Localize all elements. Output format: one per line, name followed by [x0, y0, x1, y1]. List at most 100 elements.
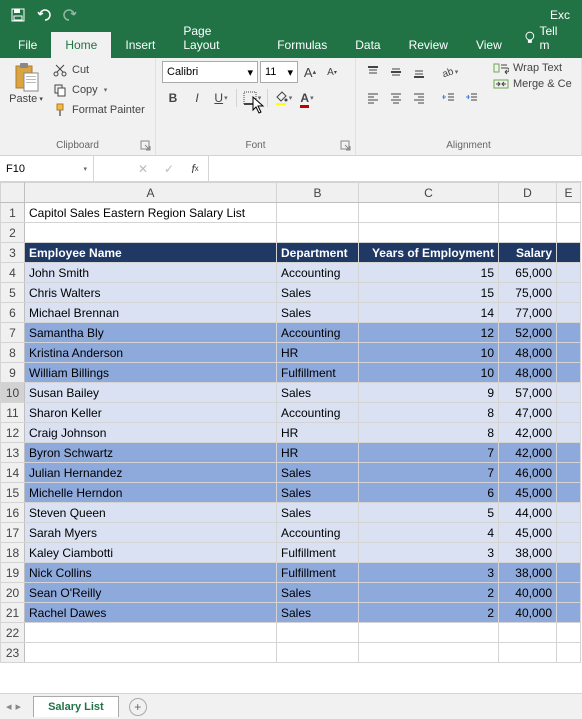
cell-D1[interactable]: [499, 203, 557, 223]
cell-C2[interactable]: [359, 223, 499, 243]
cell-D11[interactable]: 47,000: [499, 403, 557, 423]
cell-A16[interactable]: Steven Queen: [25, 503, 277, 523]
cell-E4[interactable]: [557, 263, 581, 283]
font-color-button[interactable]: A▾: [296, 87, 318, 109]
row-header-5[interactable]: 5: [1, 283, 25, 303]
cell-D3[interactable]: Salary: [499, 243, 557, 263]
cell-A18[interactable]: Kaley Ciambotti: [25, 543, 277, 563]
cell-A8[interactable]: Kristina Anderson: [25, 343, 277, 363]
col-header-D[interactable]: D: [499, 183, 557, 203]
cell-A15[interactable]: Michelle Herndon: [25, 483, 277, 503]
cell-C14[interactable]: 7: [359, 463, 499, 483]
tab-formulas[interactable]: Formulas: [263, 32, 341, 58]
row-header-15[interactable]: 15: [1, 483, 25, 503]
cell-E15[interactable]: [557, 483, 581, 503]
tab-view[interactable]: View: [462, 32, 516, 58]
row-header-1[interactable]: 1: [1, 203, 25, 223]
cell-C5[interactable]: 15: [359, 283, 499, 303]
cell-C11[interactable]: 8: [359, 403, 499, 423]
cell-B7[interactable]: Accounting: [277, 323, 359, 343]
cell-D13[interactable]: 42,000: [499, 443, 557, 463]
cell-D15[interactable]: 45,000: [499, 483, 557, 503]
row-header-12[interactable]: 12: [1, 423, 25, 443]
row-header-17[interactable]: 17: [1, 523, 25, 543]
cell-B15[interactable]: Sales: [277, 483, 359, 503]
row-header-21[interactable]: 21: [1, 603, 25, 623]
cell-E20[interactable]: [557, 583, 581, 603]
cell-A9[interactable]: William Billings: [25, 363, 277, 383]
worksheet-grid[interactable]: A B C D E 1Capitol Sales Eastern Region …: [0, 182, 582, 693]
row-header-3[interactable]: 3: [1, 243, 25, 263]
cell-E14[interactable]: [557, 463, 581, 483]
cell-B9[interactable]: Fulfillment: [277, 363, 359, 383]
cell-E9[interactable]: [557, 363, 581, 383]
cell-C16[interactable]: 5: [359, 503, 499, 523]
cell-E22[interactable]: [557, 623, 581, 643]
merge-center-button[interactable]: Merge & Ce: [493, 77, 572, 91]
cell-D8[interactable]: 48,000: [499, 343, 557, 363]
cell-B8[interactable]: HR: [277, 343, 359, 363]
cell-A1[interactable]: Capitol Sales Eastern Region Salary List: [25, 203, 277, 223]
col-header-B[interactable]: B: [277, 183, 359, 203]
row-header-2[interactable]: 2: [1, 223, 25, 243]
cell-B5[interactable]: Sales: [277, 283, 359, 303]
cell-E11[interactable]: [557, 403, 581, 423]
cell-D9[interactable]: 48,000: [499, 363, 557, 383]
undo-button[interactable]: [32, 3, 56, 27]
cell-A23[interactable]: [25, 643, 277, 663]
cell-C3[interactable]: Years of Employment: [359, 243, 499, 263]
increase-indent-button[interactable]: [461, 87, 483, 109]
cell-B4[interactable]: Accounting: [277, 263, 359, 283]
col-header-C[interactable]: C: [359, 183, 499, 203]
cell-D18[interactable]: 38,000: [499, 543, 557, 563]
cell-B19[interactable]: Fulfillment: [277, 563, 359, 583]
row-header-14[interactable]: 14: [1, 463, 25, 483]
cell-A6[interactable]: Michael Brennan: [25, 303, 277, 323]
sheet-nav-next[interactable]: ▸: [16, 700, 22, 713]
name-box[interactable]: F10 ▾: [0, 156, 94, 181]
cell-B23[interactable]: [277, 643, 359, 663]
cell-E3[interactable]: [557, 243, 581, 263]
cell-B12[interactable]: HR: [277, 423, 359, 443]
cell-C12[interactable]: 8: [359, 423, 499, 443]
cell-A12[interactable]: Craig Johnson: [25, 423, 277, 443]
cell-D16[interactable]: 44,000: [499, 503, 557, 523]
cell-D4[interactable]: 65,000: [499, 263, 557, 283]
cell-C7[interactable]: 12: [359, 323, 499, 343]
cell-B21[interactable]: Sales: [277, 603, 359, 623]
cell-B2[interactable]: [277, 223, 359, 243]
cell-E2[interactable]: [557, 223, 581, 243]
row-header-9[interactable]: 9: [1, 363, 25, 383]
cell-C15[interactable]: 6: [359, 483, 499, 503]
tab-file[interactable]: File: [4, 32, 51, 58]
select-all-corner[interactable]: [1, 183, 25, 203]
cell-B10[interactable]: Sales: [277, 383, 359, 403]
formula-input[interactable]: [209, 156, 582, 181]
increase-font-button[interactable]: A▴: [300, 61, 320, 83]
font-dialog-launcher[interactable]: [340, 140, 352, 152]
row-header-7[interactable]: 7: [1, 323, 25, 343]
cell-C23[interactable]: [359, 643, 499, 663]
cell-C18[interactable]: 3: [359, 543, 499, 563]
cell-E16[interactable]: [557, 503, 581, 523]
col-header-E[interactable]: E: [557, 183, 581, 203]
align-middle-button[interactable]: [385, 61, 407, 83]
cell-C13[interactable]: 7: [359, 443, 499, 463]
align-bottom-button[interactable]: [408, 61, 430, 83]
cell-D2[interactable]: [499, 223, 557, 243]
cell-B17[interactable]: Accounting: [277, 523, 359, 543]
cell-C20[interactable]: 2: [359, 583, 499, 603]
align-center-button[interactable]: [385, 87, 407, 109]
cell-C4[interactable]: 15: [359, 263, 499, 283]
row-header-18[interactable]: 18: [1, 543, 25, 563]
tab-insert[interactable]: Insert: [111, 32, 169, 58]
cell-C17[interactable]: 4: [359, 523, 499, 543]
row-header-8[interactable]: 8: [1, 343, 25, 363]
align-top-button[interactable]: [362, 61, 384, 83]
cell-D20[interactable]: 40,000: [499, 583, 557, 603]
cell-B14[interactable]: Sales: [277, 463, 359, 483]
cell-D19[interactable]: 38,000: [499, 563, 557, 583]
cell-D22[interactable]: [499, 623, 557, 643]
row-header-23[interactable]: 23: [1, 643, 25, 663]
sheet-nav-prev[interactable]: ◂: [6, 700, 12, 713]
